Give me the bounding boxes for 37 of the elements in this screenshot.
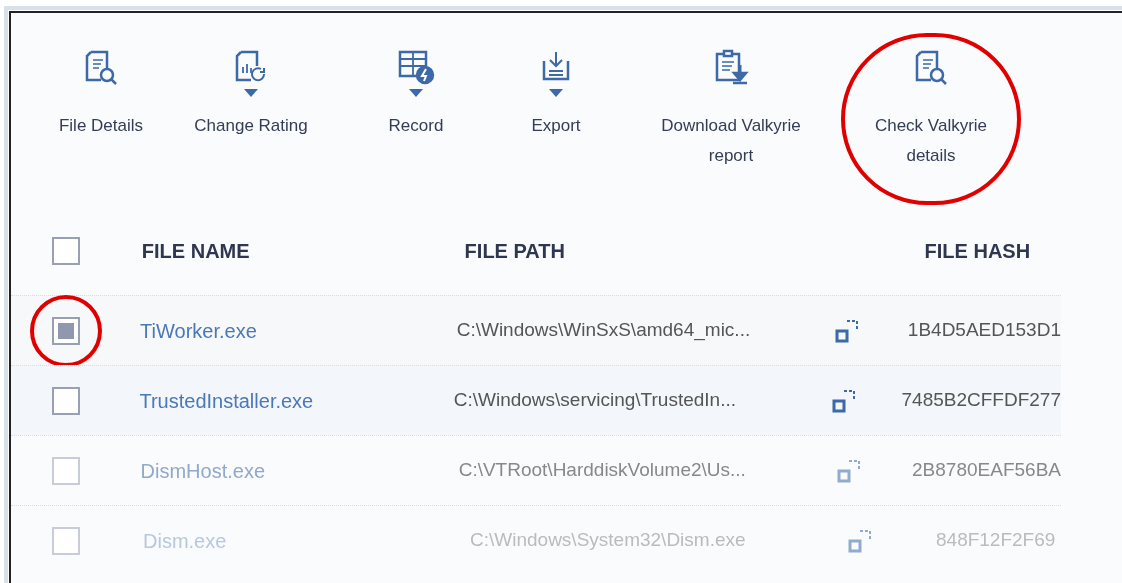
document-search-icon xyxy=(83,49,119,85)
file-path: C:\Windows\System32\Dism.exe xyxy=(470,528,747,553)
clipboard-download-icon xyxy=(713,49,749,85)
column-header[interactable]: FILE HASH xyxy=(924,236,1122,266)
toolbar-button[interactable]: Export xyxy=(506,45,606,141)
toolbar-button[interactable]: Check Valkyrie details xyxy=(856,45,1006,171)
checkbox[interactable] xyxy=(52,526,80,555)
caret-icon xyxy=(244,89,258,97)
toolbar-button[interactable]: Change Rating xyxy=(171,45,331,141)
file-hash: 2B8780EAF56BA xyxy=(912,458,1061,483)
checkbox[interactable] xyxy=(52,237,80,265)
column-header[interactable]: FILE NAME xyxy=(141,236,465,266)
toolbar-button[interactable]: File Details xyxy=(31,45,171,141)
file-name-link[interactable]: TiWorker.exe xyxy=(140,319,257,342)
checkbox[interactable] xyxy=(52,386,80,415)
copy-icon[interactable] xyxy=(834,318,859,343)
document-search-icon xyxy=(913,49,949,85)
table-row[interactable]: TiWorker.exe C:\Windows\WinSxS\amd64_mic... 1B4D5AED153D1 xyxy=(11,295,1061,365)
caret-icon xyxy=(409,89,423,97)
file-hash: 848F12F2F69 xyxy=(936,528,1056,553)
caret-icon xyxy=(549,89,563,97)
column-header[interactable]: FILE PATH xyxy=(464,236,925,266)
file-hash: 1B4D5AED153D1 xyxy=(907,318,1061,343)
file-path: C:\Windows\servicing\TrustedIn... xyxy=(453,388,737,413)
copy-icon[interactable] xyxy=(836,458,861,483)
checkbox[interactable] xyxy=(52,316,80,345)
copy-icon[interactable] xyxy=(831,388,856,413)
file-path: C:\VTRoot\HarddiskVolume2\Us... xyxy=(458,458,747,483)
toolbar-button[interactable]: Record xyxy=(366,45,466,141)
file-hash: 7485B2CFFDF277 xyxy=(901,388,1061,413)
file-path: C:\Windows\WinSxS\amd64_mic... xyxy=(456,318,752,343)
checkbox[interactable] xyxy=(52,456,80,485)
copy-icon[interactable] xyxy=(848,528,872,553)
table-lightning-icon xyxy=(397,49,435,85)
table-row[interactable]: TrustedInstaller.exe C:\Windows\servicing\TrustedIn... 7485B2CFFDF277 xyxy=(11,365,1061,435)
toolbar-button[interactable]: Download Valkyrie report xyxy=(651,45,811,171)
file-name-link[interactable]: TrustedInstaller.exe xyxy=(139,389,314,412)
